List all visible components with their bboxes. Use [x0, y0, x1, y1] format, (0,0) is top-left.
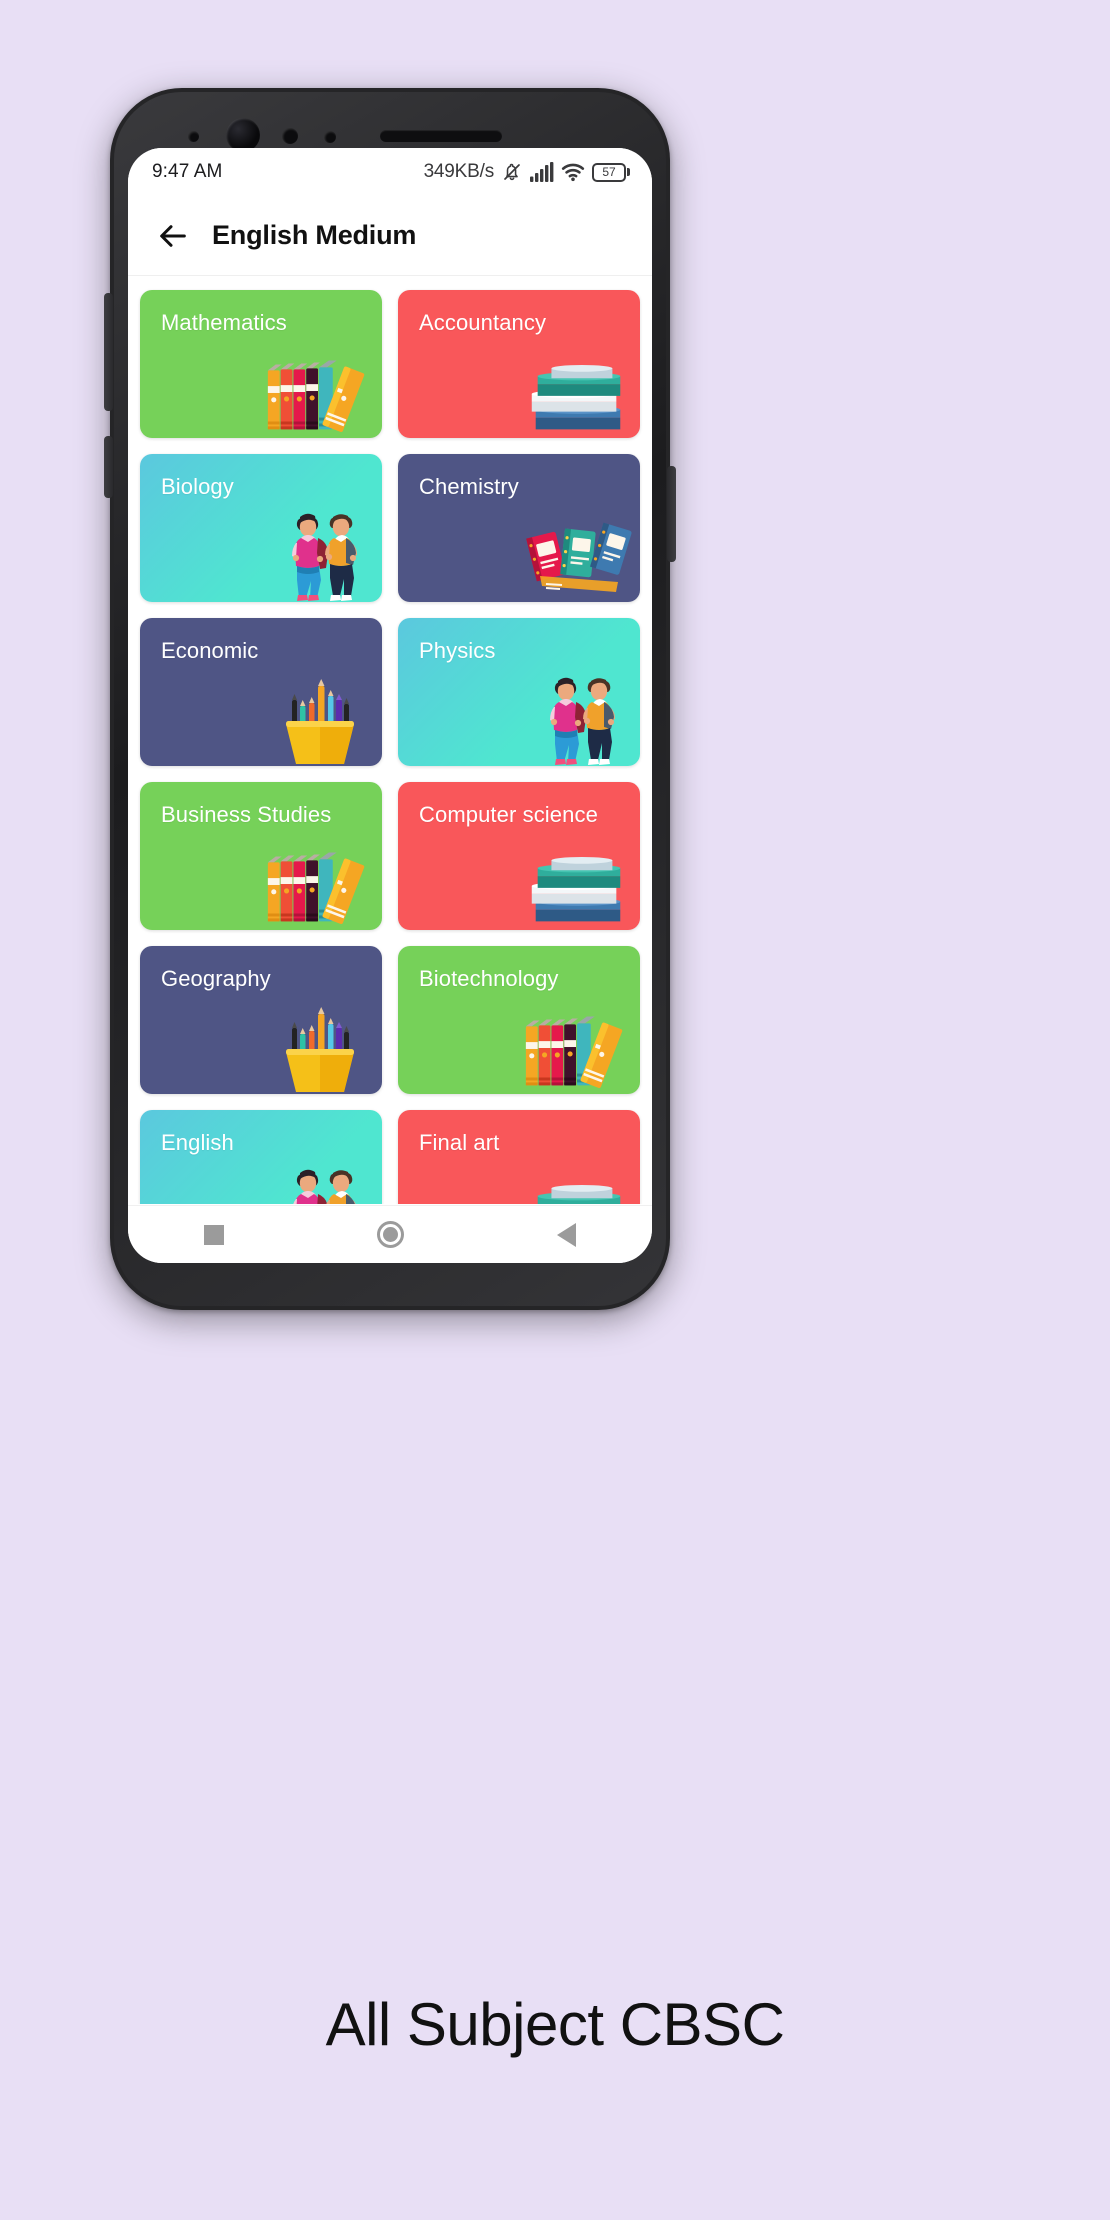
subject-card-label: Biology: [161, 474, 234, 499]
caption-text: All Subject CBSC: [325, 1991, 785, 2058]
square-icon[interactable]: [204, 1224, 225, 1245]
standing-books-illustration: [267, 360, 365, 432]
pencil-cup-illustration: [286, 679, 354, 764]
subject-card-label: Geography: [161, 966, 271, 991]
battery-cap-icon: [627, 168, 630, 176]
volume-up-button[interactable]: [104, 293, 113, 411]
subject-card[interactable]: Economic: [140, 618, 382, 766]
subject-card[interactable]: Mathematics: [140, 290, 382, 438]
subject-card[interactable]: Geography: [140, 946, 382, 1094]
volume-down-button[interactable]: [104, 436, 113, 498]
subject-card-label: Biotechnology: [419, 966, 559, 991]
standing-books-illustration: [267, 852, 365, 924]
back-arrow-icon[interactable]: [156, 219, 190, 253]
earpiece-speaker: [380, 130, 502, 142]
subject-card-label: Chemistry: [419, 474, 519, 499]
subject-card[interactable]: Physics: [398, 618, 640, 766]
circle-icon[interactable]: [376, 1221, 404, 1248]
subject-card[interactable]: Chemistry: [398, 454, 640, 602]
subject-card[interactable]: English: [140, 1110, 382, 1204]
subject-card-label: Computer science: [419, 802, 598, 827]
battery-indicator: 57: [592, 162, 630, 182]
subject-card-label: English: [161, 1130, 234, 1155]
notebooks-illustration: [526, 522, 632, 592]
power-button[interactable]: [667, 466, 676, 562]
stacked-books-illustration: [531, 857, 621, 922]
status-bar: 9:47 AM 349KB/s 57: [128, 148, 652, 196]
phone-device-frame: 9:47 AM 349KB/s 57 English Medium Mathem…: [104, 88, 676, 1310]
subjects-scroll-area[interactable]: Mathematics Accountancy Biology Chemistr…: [128, 276, 652, 1204]
two-students-illustration: [292, 513, 357, 601]
subject-card[interactable]: Computer science: [398, 782, 640, 930]
wifi-icon: [561, 163, 585, 182]
bell-muted-icon: [504, 163, 520, 181]
standing-books-illustration: [525, 1016, 623, 1088]
two-students-illustration: [293, 1169, 356, 1204]
pencil-cup-illustration: [286, 1007, 354, 1092]
network-speed-text: 349KB/s: [423, 161, 495, 182]
app-bar: English Medium: [128, 196, 652, 276]
stacked-books-illustration: [537, 1185, 621, 1204]
subject-card-label: Final art: [419, 1130, 500, 1155]
status-time: 9:47 AM: [152, 161, 223, 182]
signal-bars-icon: [530, 162, 554, 182]
subject-card-label: Physics: [419, 638, 496, 663]
subjects-grid: Mathematics Accountancy Biology Chemistr…: [140, 290, 640, 1204]
android-navigation-bar: [128, 1205, 652, 1263]
subject-card[interactable]: Biology: [140, 454, 382, 602]
subject-card[interactable]: Accountancy: [398, 290, 640, 438]
stacked-books-illustration: [531, 365, 621, 430]
sensor-dot-icon: [188, 131, 199, 142]
phone-screen: 9:47 AM 349KB/s 57 English Medium Mathem…: [128, 148, 652, 1263]
subject-card-label: Business Studies: [161, 802, 332, 827]
page-title: English Medium: [212, 220, 417, 250]
proximity-sensor-icon: [282, 128, 298, 144]
subject-card-label: Economic: [161, 638, 259, 663]
two-students-illustration: [550, 677, 615, 765]
subject-card[interactable]: Biotechnology: [398, 946, 640, 1094]
subject-card[interactable]: Final art: [398, 1110, 640, 1204]
light-sensor-icon: [324, 131, 336, 143]
battery-percent-text: 57: [602, 165, 616, 179]
subject-card-label: Mathematics: [161, 310, 287, 335]
subject-card-label: Accountancy: [419, 310, 547, 335]
triangle-back-icon[interactable]: [556, 1222, 576, 1247]
subject-card[interactable]: Business Studies: [140, 782, 382, 930]
front-camera-icon: [226, 118, 260, 152]
